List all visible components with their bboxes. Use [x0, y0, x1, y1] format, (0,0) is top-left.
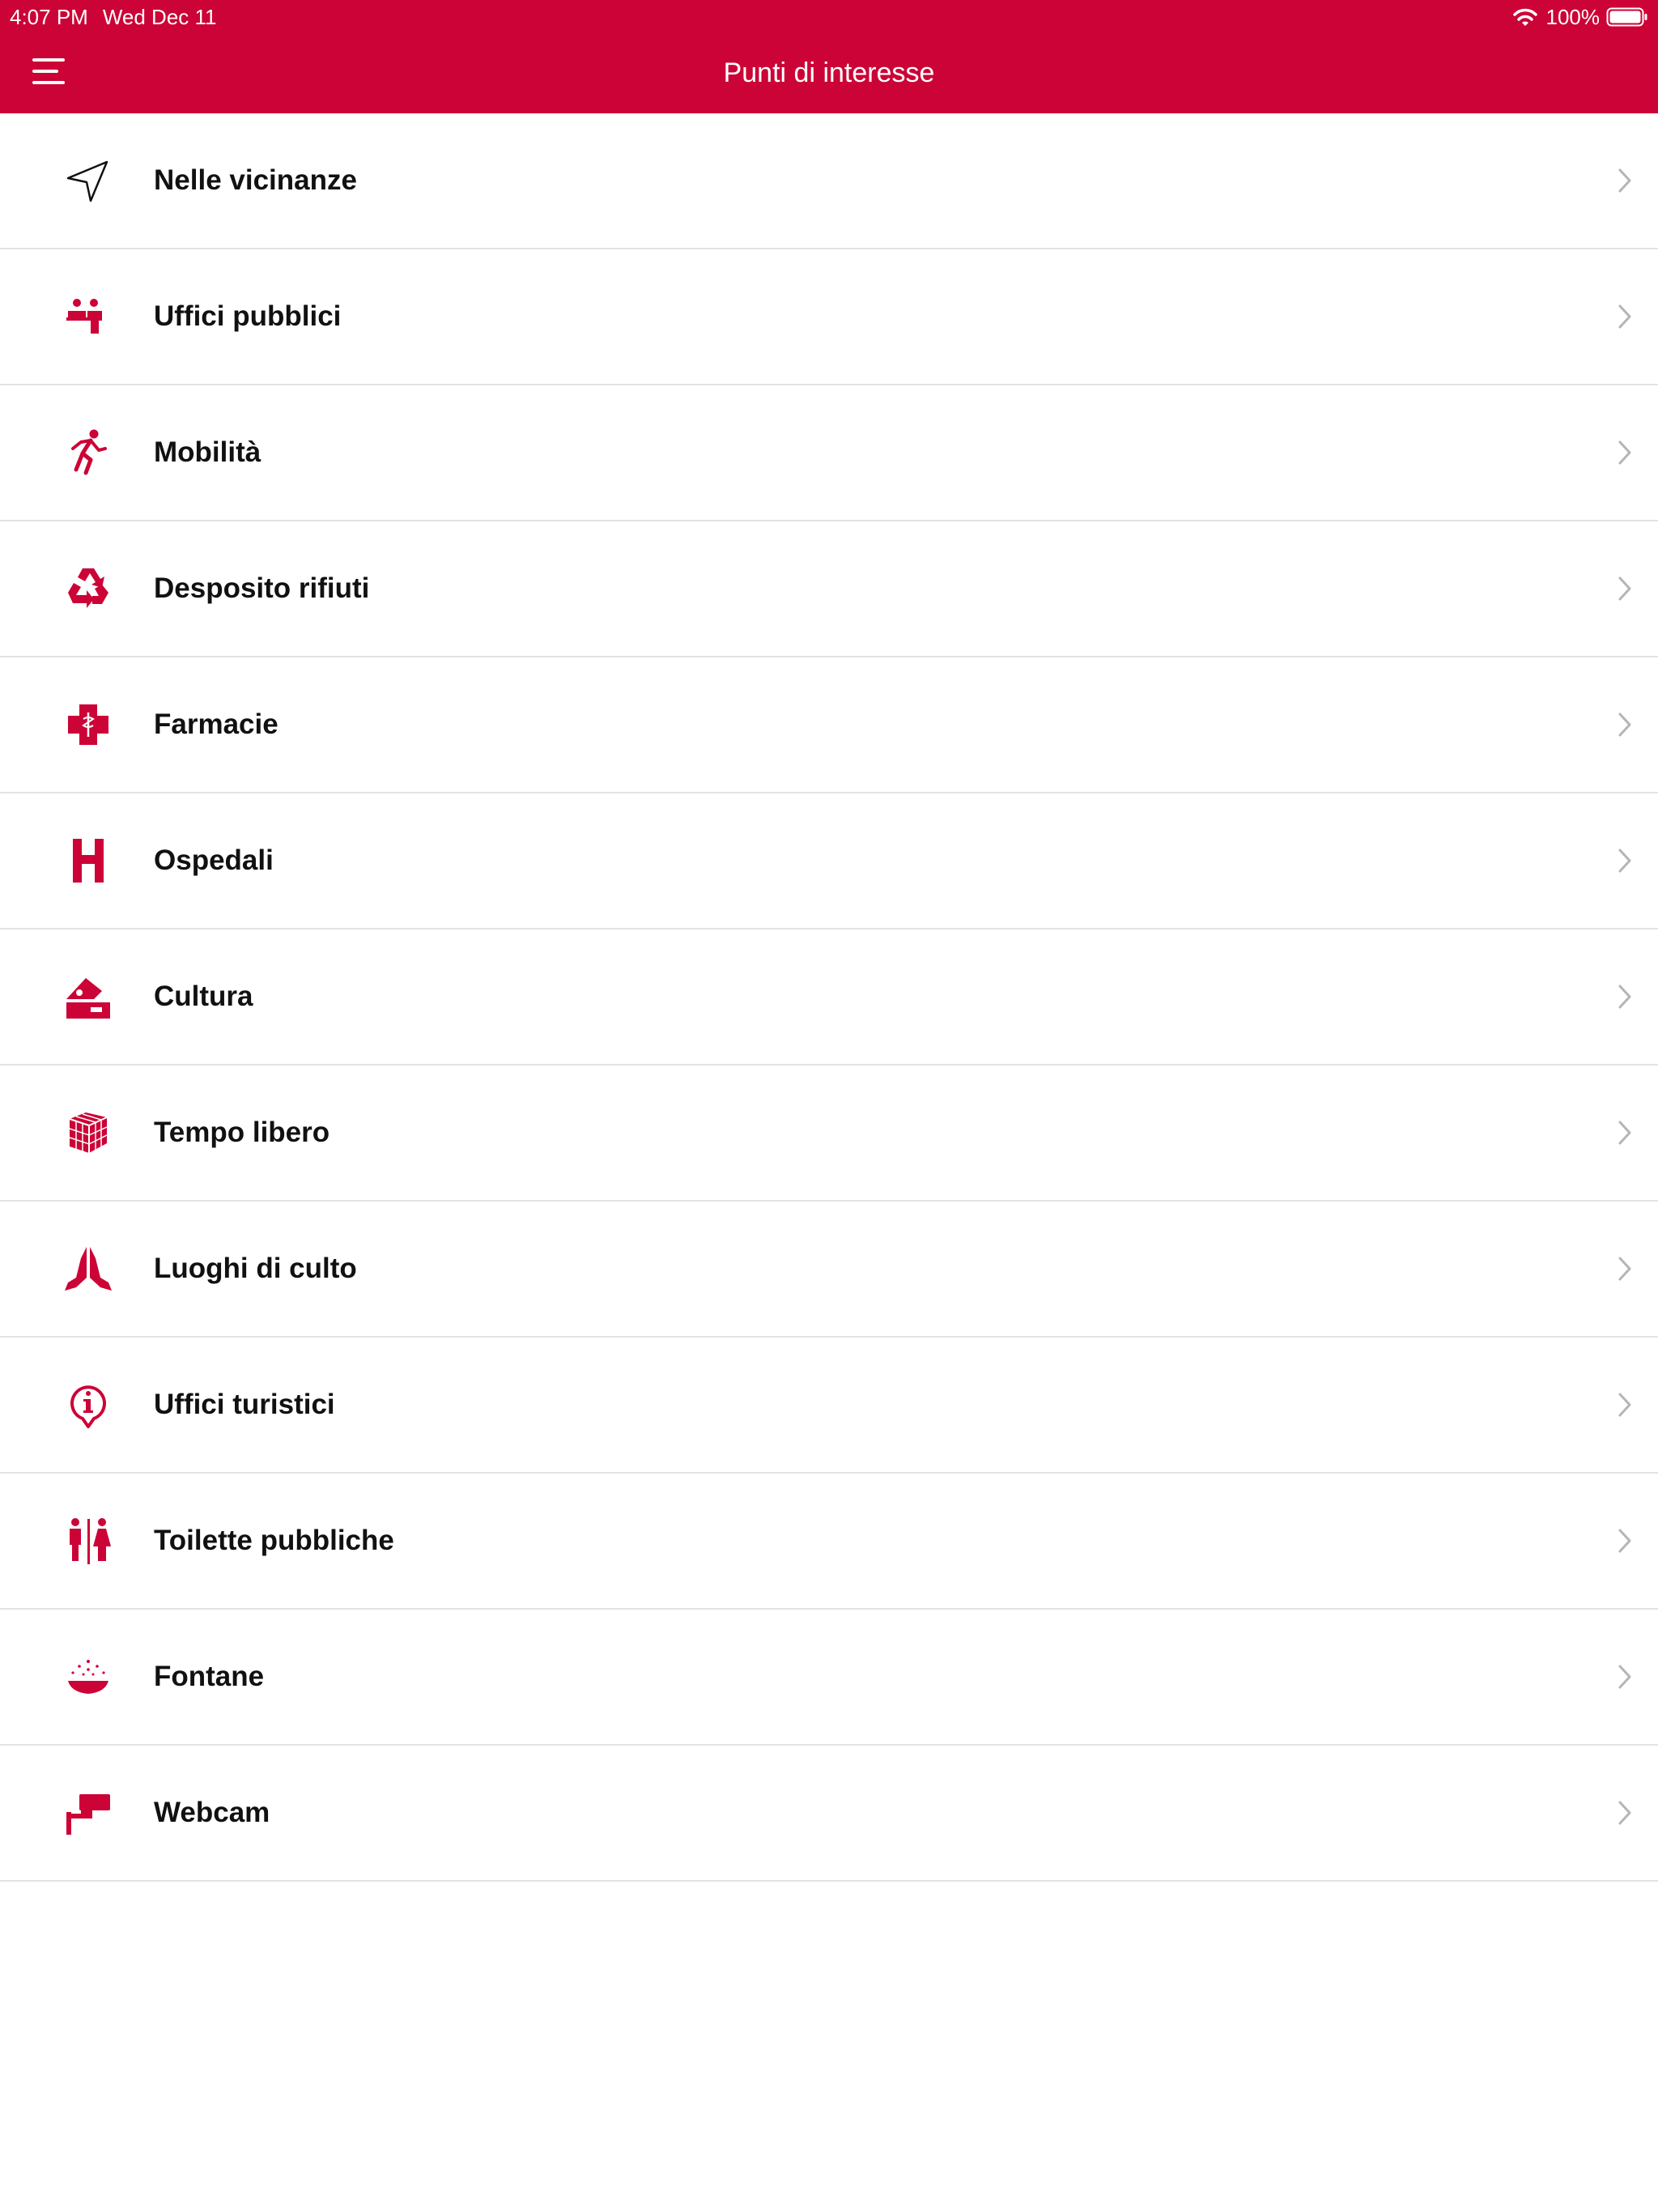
list-item-label: Farmacie — [154, 708, 278, 740]
list-item-farmacie[interactable]: Farmacie — [0, 657, 1658, 793]
list-item-deposito-rifiuti[interactable]: Desposito rifiuti — [0, 521, 1658, 657]
list-item-label: Uffici turistici — [154, 1389, 335, 1420]
list-item-ospedali[interactable]: Ospedali — [0, 793, 1658, 929]
list-item-label: Uffici pubblici — [154, 300, 342, 332]
recycle-icon — [68, 568, 108, 608]
status-date: Wed Dec 11 — [102, 5, 217, 29]
chevron-right-icon — [1618, 576, 1631, 601]
chevron-right-icon — [1618, 713, 1631, 737]
chevron-right-icon — [1618, 1665, 1631, 1689]
praying-hands-icon — [65, 1247, 112, 1291]
list-item-tempo-libero[interactable]: Tempo libero — [0, 1066, 1658, 1202]
list-item-label: Nelle vicinanze — [154, 164, 357, 196]
toilet-icon — [70, 1518, 111, 1564]
running-person-icon — [71, 429, 107, 475]
list-item-label: Ospedali — [154, 844, 274, 876]
list-item-label: Fontane — [154, 1661, 265, 1692]
list-item-cultura[interactable]: Cultura — [0, 929, 1658, 1066]
page-title: Punti di interesse — [723, 57, 935, 88]
chevron-right-icon — [1618, 168, 1631, 193]
list-item-label: Luoghi di culto — [154, 1253, 357, 1284]
pharmacy-cross-icon — [68, 704, 108, 745]
poi-category-list: Nelle vicinanze Uffici pubblici Mobilità — [0, 113, 1658, 1882]
chevron-right-icon — [1618, 985, 1631, 1009]
battery-percentage: 100% — [1545, 4, 1601, 29]
location-arrow-icon — [66, 160, 108, 202]
wifi-icon — [1512, 8, 1537, 26]
status-bar-left: 4:07 PM Wed Dec 11 — [10, 5, 217, 29]
chevron-right-icon — [1618, 1529, 1631, 1553]
fountain-icon — [68, 1660, 108, 1694]
chevron-right-icon — [1618, 1393, 1631, 1417]
list-item-toilette-pubbliche[interactable]: Toilette pubbliche — [0, 1474, 1658, 1610]
list-item-fontane[interactable]: Fontane — [0, 1610, 1658, 1746]
battery-icon — [1606, 7, 1647, 27]
app-header: 4:07 PM Wed Dec 11 100% Punti di interess… — [0, 0, 1658, 113]
chevron-right-icon — [1618, 1801, 1631, 1825]
chevron-right-icon — [1618, 440, 1631, 465]
chevron-right-icon — [1618, 1121, 1631, 1145]
list-item-mobilita[interactable]: Mobilità — [0, 385, 1658, 521]
list-item-label: Tempo libero — [154, 1117, 330, 1148]
hospital-h-icon — [73, 839, 104, 883]
list-item-uffici-pubblici[interactable]: Uffici pubblici — [0, 249, 1658, 385]
list-item-label: Webcam — [154, 1797, 270, 1828]
list-item-label: Mobilità — [154, 436, 261, 468]
list-item-luoghi-di-culto[interactable]: Luoghi di culto — [0, 1202, 1658, 1338]
list-item-uffici-turistici[interactable]: Uffici turistici — [0, 1338, 1658, 1474]
list-item-nelle-vicinanze[interactable]: Nelle vicinanze — [0, 113, 1658, 249]
people-office-icon — [66, 299, 102, 334]
list-item-label: Cultura — [154, 981, 253, 1012]
list-item-label: Toilette pubbliche — [154, 1525, 394, 1556]
chevron-right-icon — [1618, 1257, 1631, 1281]
info-pin-icon — [70, 1385, 106, 1428]
culture-icon — [66, 978, 110, 1019]
chevron-right-icon — [1618, 304, 1631, 329]
webcam-icon — [66, 1794, 110, 1835]
rubik-cube-icon — [69, 1112, 108, 1153]
chevron-right-icon — [1618, 849, 1631, 873]
list-item-webcam[interactable]: Webcam — [0, 1746, 1658, 1882]
list-item-label: Desposito rifiuti — [154, 572, 370, 604]
status-bar-right: 100% — [1512, 3, 1649, 31]
status-time: 4:07 PM — [10, 5, 88, 29]
